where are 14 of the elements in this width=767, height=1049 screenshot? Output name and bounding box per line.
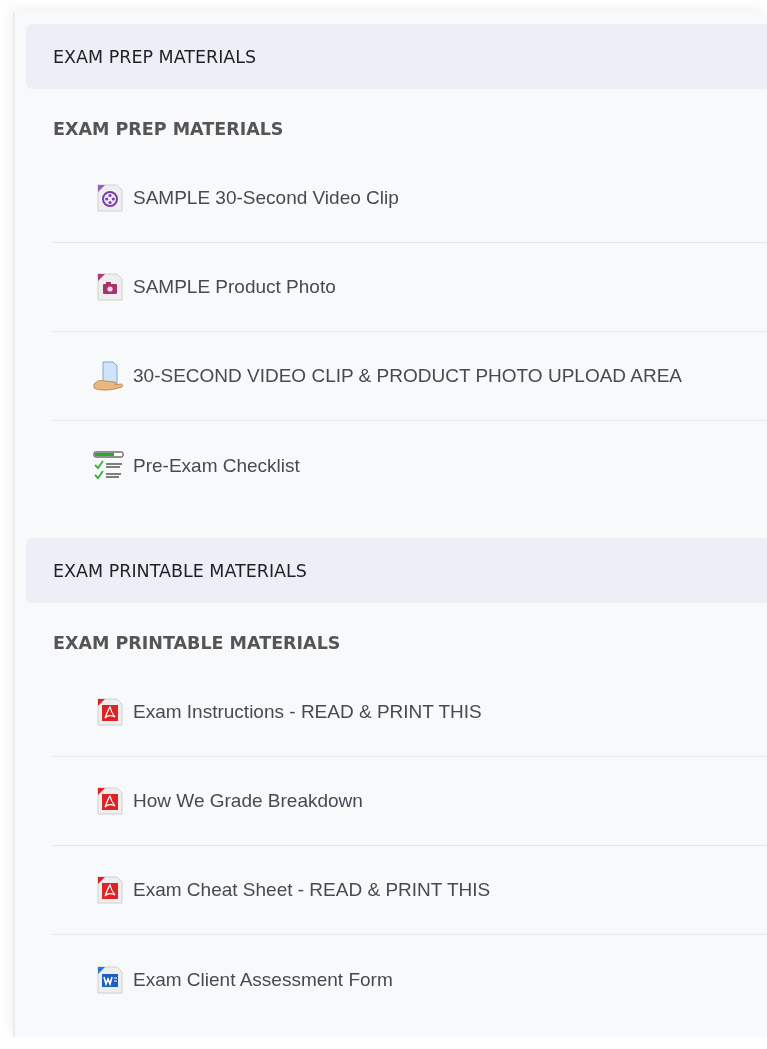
checklist-icon bbox=[93, 449, 125, 482]
activity-link[interactable]: SAMPLE Product Photo bbox=[133, 276, 336, 298]
activity-link[interactable]: Pre-Exam Checklist bbox=[133, 454, 300, 477]
activity-link[interactable]: Exam Instructions - READ & PRINT THIS bbox=[133, 701, 482, 723]
section-header[interactable]: EXAM PRINTABLE MATERIALS bbox=[26, 538, 767, 603]
section-subheading: EXAM PREP MATERIALS bbox=[53, 118, 285, 141]
activity-link[interactable]: How We Grade Breakdown bbox=[133, 790, 363, 812]
hand-document-icon bbox=[93, 360, 125, 392]
section-subheading: EXAM PRINTABLE MATERIALS bbox=[53, 632, 342, 655]
activity-link[interactable]: 30-SECOND VIDEO CLIP & PRODUCT PHOTO UPLOAD AREA bbox=[133, 365, 683, 387]
activity-link[interactable]: SAMPLE 30-Second Video Clip bbox=[133, 187, 399, 209]
section-header[interactable]: EXAM PREP MATERIALS bbox=[26, 24, 767, 89]
activity-link[interactable]: Exam Cheat Sheet - READ & PRINT THIS bbox=[133, 879, 491, 901]
activity-link[interactable]: Exam Client Assessment Form bbox=[133, 968, 393, 991]
